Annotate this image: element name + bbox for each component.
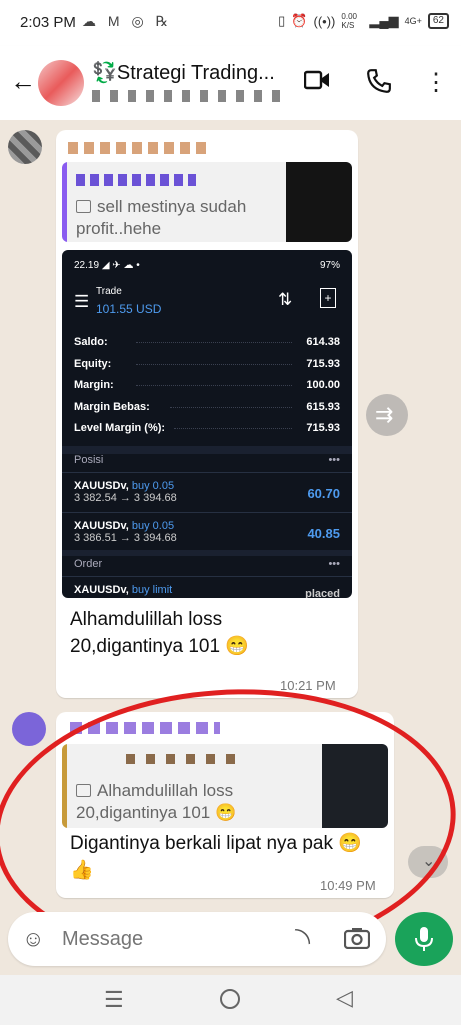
voice-call-icon[interactable] bbox=[366, 68, 392, 94]
quoted-message-2[interactable]: Alhamdulillah loss 20,digantinya 101 😁 bbox=[62, 744, 388, 828]
home-icon[interactable] bbox=[220, 989, 240, 1009]
alarm-icon: ⏰ bbox=[291, 13, 308, 28]
position-row-2: XAUUSDv, buy 0.05 3 386.51 → 3 394.68 40… bbox=[74, 520, 340, 544]
microphone-icon bbox=[415, 927, 433, 951]
message-time-1: 10:21 PM bbox=[280, 678, 336, 693]
trade-title: Trade bbox=[96, 286, 122, 297]
positions-header: Posisi ••• bbox=[74, 454, 340, 466]
signal-icon: ▂▄▆ bbox=[369, 13, 399, 28]
sender-avatar[interactable] bbox=[8, 130, 42, 164]
hotspot-icon: ((•)) bbox=[313, 13, 336, 29]
quote-bar bbox=[62, 162, 67, 242]
row-equity: Equity: 715.93 bbox=[74, 358, 340, 370]
row-level-margin: Level Margin (%): 715.93 bbox=[74, 422, 340, 434]
sender-name-redacted-2 bbox=[70, 722, 220, 734]
quoted-sender-redacted bbox=[76, 174, 196, 186]
chevron-down-icon: ⌄ bbox=[422, 853, 436, 870]
back-arrow-icon[interactable]: ← bbox=[10, 66, 36, 97]
chat-header: ← 💱Strategi Trading... ⋮ bbox=[0, 46, 461, 120]
position-row-1: XAUUSDv, buy 0.05 3 382.54 → 3 394.68 60… bbox=[74, 480, 340, 504]
forward-button[interactable]: ⇉ bbox=[366, 394, 408, 436]
vibrate-icon: ▯ bbox=[278, 13, 286, 28]
image-status-time: 22.19 bbox=[74, 260, 100, 271]
message-time-2: 10:49 PM bbox=[320, 878, 376, 893]
quoted-thumbnail bbox=[286, 162, 352, 242]
video-call-icon[interactable] bbox=[304, 70, 330, 90]
back-nav-icon[interactable]: ◁ bbox=[336, 985, 353, 1011]
trade-balance: 101.55 USD bbox=[96, 302, 162, 316]
sort-icon: ⇅ bbox=[278, 290, 293, 309]
message-input[interactable] bbox=[60, 922, 264, 956]
notification-icons: ☁ M ◎ ℞ bbox=[82, 13, 173, 29]
new-order-icon: + bbox=[320, 288, 336, 308]
forward-icon: ⇉ bbox=[375, 402, 394, 427]
recents-icon[interactable]: ☰ bbox=[104, 987, 124, 1013]
trade-screenshot[interactable]: 22.19 ◢ ✈ ☁ • 97% ☰ Trade 101.55 USD ⇅ +… bbox=[62, 250, 352, 598]
more-options-icon[interactable]: ⋮ bbox=[424, 68, 448, 97]
image-icon bbox=[76, 784, 91, 797]
attach-icon[interactable]: ⌒ bbox=[280, 921, 318, 959]
network-type: 4G+ bbox=[404, 16, 422, 26]
row-margin: Margin: 100.00 bbox=[74, 379, 340, 391]
battery-icon: 62 bbox=[427, 13, 449, 29]
message-text-2: Digantinya berkali lipat nya pak 😁👍 bbox=[70, 833, 362, 881]
row-margin-bebas: Margin Bebas: 615.93 bbox=[74, 401, 340, 413]
scroll-down-button[interactable]: ⌄ bbox=[408, 846, 448, 878]
image-status-icons: ◢ ✈ ☁ • bbox=[101, 260, 140, 271]
status-time: 2:03 PM bbox=[20, 14, 76, 31]
sender-avatar-2[interactable] bbox=[12, 712, 46, 746]
camera-icon[interactable] bbox=[344, 927, 370, 949]
quoted-text-2: Alhamdulillah loss 20,digantinya 101 😁 bbox=[76, 781, 237, 822]
chat-title[interactable]: 💱Strategi Trading... bbox=[92, 60, 275, 85]
quoted-sender-redacted bbox=[126, 754, 236, 764]
sticker-icon[interactable]: ☺ bbox=[22, 926, 44, 952]
message-text-1: Alhamdulillah loss 20,digantinya 101 😁 bbox=[70, 609, 249, 657]
net-speed: 0.00 K/S bbox=[341, 12, 357, 30]
hamburger-menu-icon: ☰ bbox=[74, 292, 90, 311]
status-right: ▯ ⏰ ((•)) 0.00 K/S ▂▄▆ 4G+ 62 bbox=[278, 12, 449, 30]
voice-record-button[interactable] bbox=[395, 912, 453, 966]
quote-bar bbox=[62, 744, 67, 828]
quoted-text: sell mestinya sudah profit..hehe bbox=[76, 197, 247, 238]
quoted-message-1[interactable]: sell mestinya sudah profit..hehe bbox=[62, 162, 352, 242]
quoted-thumbnail-2 bbox=[322, 744, 388, 828]
row-saldo: Saldo: 614.38 bbox=[74, 336, 340, 348]
sender-name-redacted bbox=[68, 142, 208, 154]
image-battery: 97% bbox=[319, 260, 340, 271]
orders-header: Order ••• bbox=[74, 558, 340, 570]
order-row-1: XAUUSDv, buy limit placed bbox=[74, 584, 340, 598]
members-subtitle-redacted bbox=[92, 90, 282, 102]
group-avatar[interactable] bbox=[38, 60, 84, 106]
message-composer[interactable]: ☺ ⌒ bbox=[8, 912, 386, 966]
status-bar: 2:03 PM ☁ M ◎ ℞ ▯ ⏰ ((•)) 0.00 K/S ▂▄▆ 4… bbox=[0, 0, 461, 46]
image-icon bbox=[76, 200, 91, 213]
system-nav-bar: ☰ ◁ bbox=[0, 975, 461, 1025]
